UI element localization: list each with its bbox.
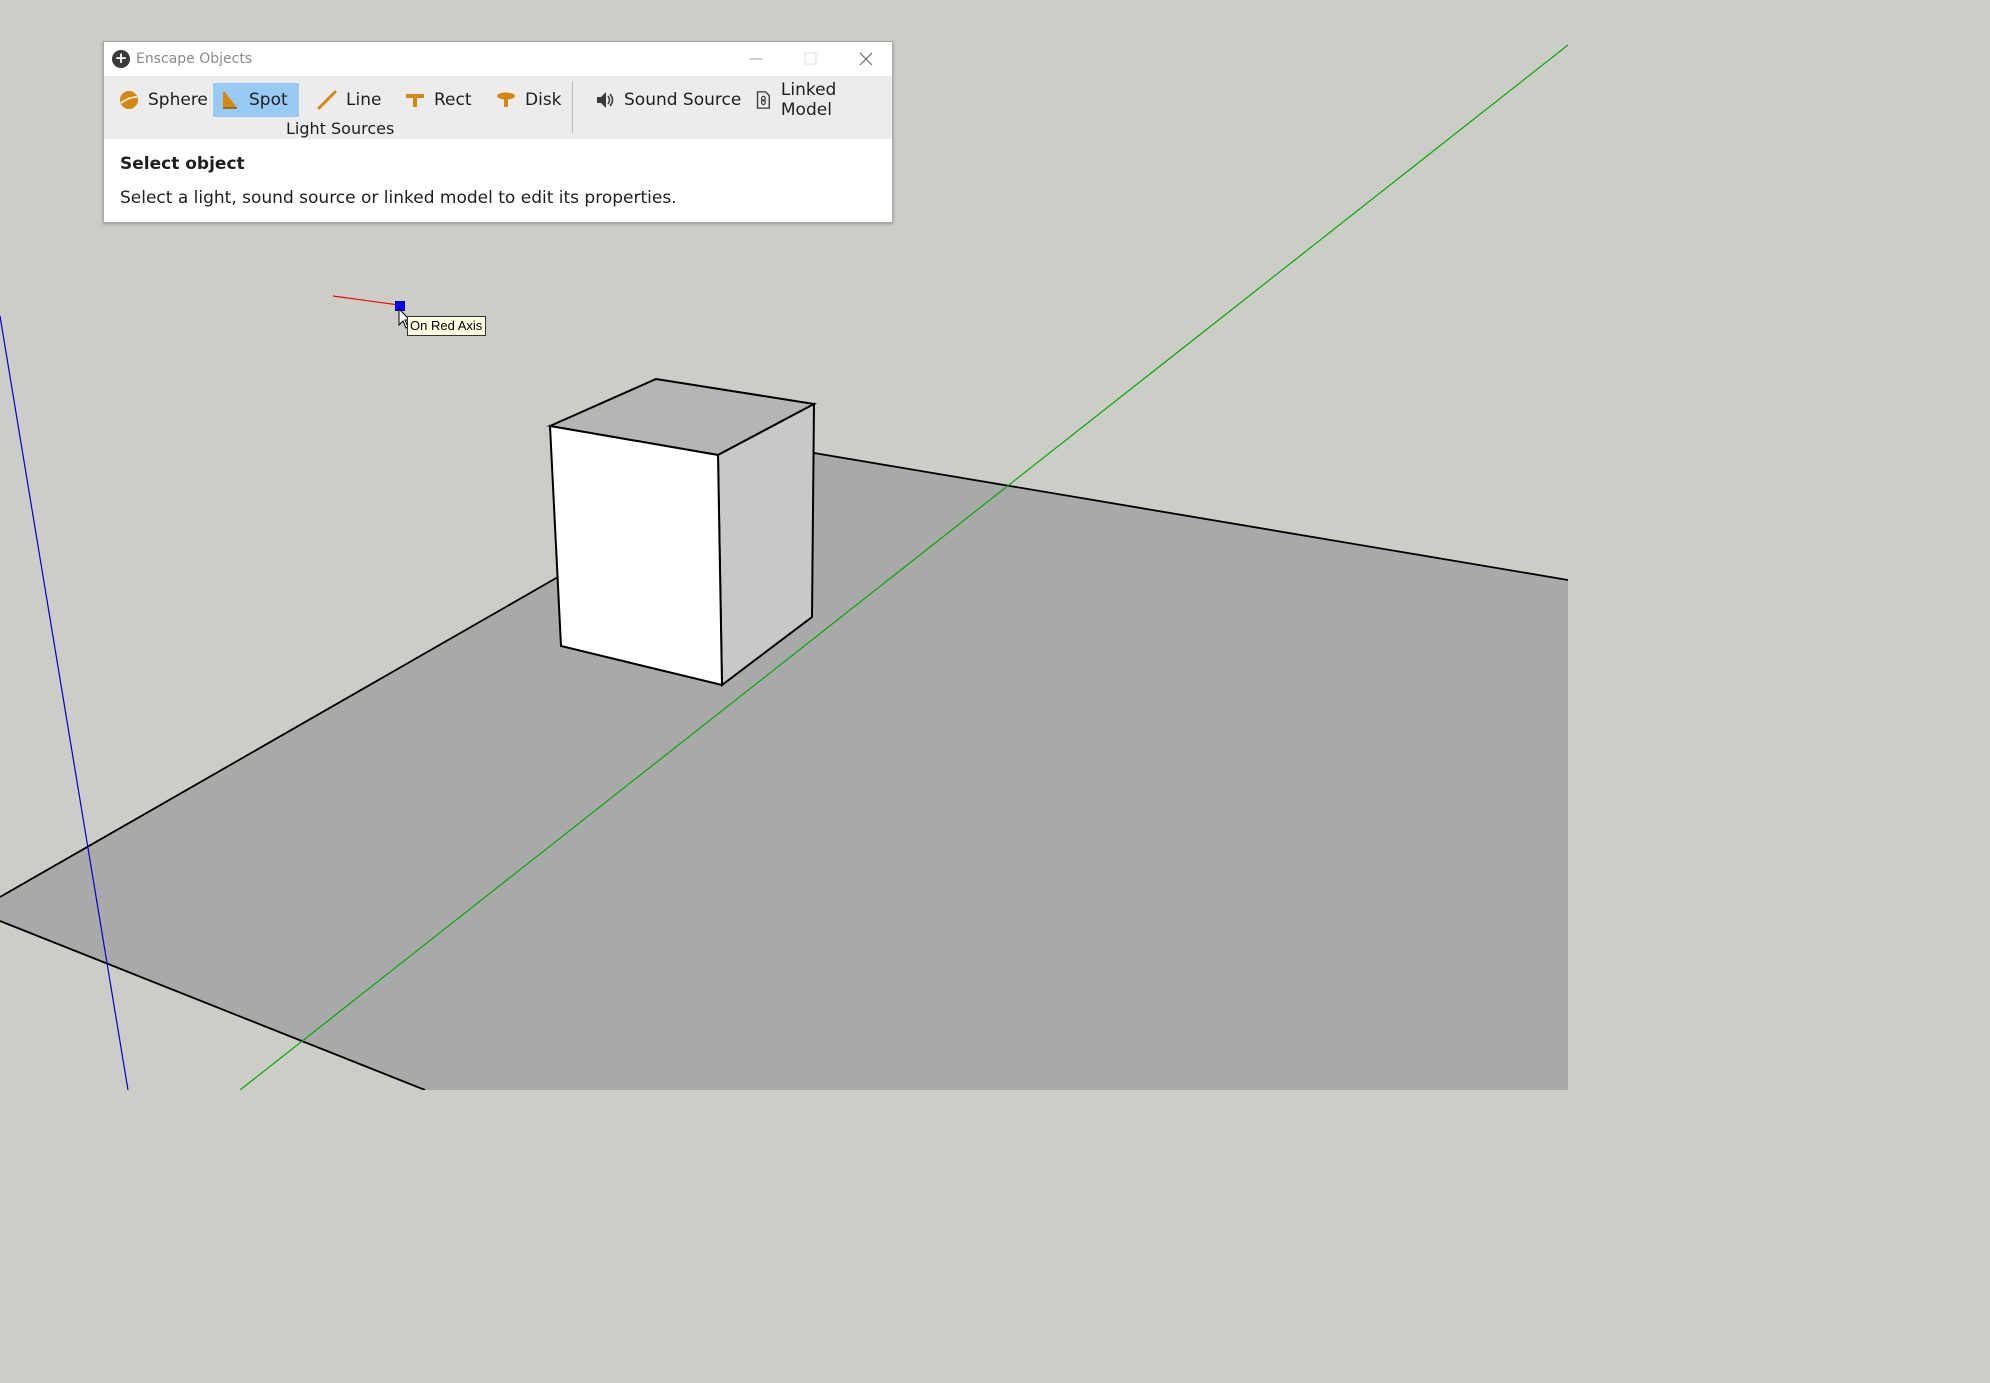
sphere-label: Sphere [148,90,208,110]
linked-model-label: Linked Model [780,80,837,120]
window-titlebar[interactable]: + Enscape Objects [104,42,892,76]
maximize-icon [804,52,817,65]
spot-light-button[interactable]: Spot [213,83,299,117]
blue-axis [0,315,129,1090]
speaker-icon [597,92,614,108]
red-axis-segment [332,295,400,306]
enscape-objects-window: + Enscape Objects Sphere Spot Line Rect … [103,41,893,223]
light-sources-group-label: Light Sources [286,119,395,138]
disk-label: Disk [525,90,562,110]
line-light-button[interactable]: Line [310,83,391,117]
maximize-button[interactable] [787,42,833,76]
spot-label: Spot [249,90,288,110]
sound-source-label: Sound Source [624,90,742,110]
window-title: Enscape Objects [136,51,253,67]
sphere-light-icon [120,91,138,109]
sound-source-button[interactable]: Sound Source [588,83,751,117]
objects-toolbar: Sphere Spot Line Rect Disk Light Sources… [104,76,892,139]
line-label: Line [346,90,382,110]
linked-model-icon [756,91,770,109]
line-light-icon [317,90,337,110]
rect-light-button[interactable]: Rect [398,83,482,117]
sphere-light-button[interactable]: Sphere [112,83,218,117]
minimize-icon [750,58,762,60]
rect-light-icon [406,94,424,107]
plus-circle-icon: + [112,50,130,68]
select-object-message: Select a light, sound source or linked m… [120,188,677,208]
disk-light-button[interactable]: Disk [489,83,572,117]
select-object-heading: Select object [120,154,245,174]
linked-model-button[interactable]: Linked Model [747,80,892,120]
inference-tooltip: On Red Axis [407,316,487,336]
close-button[interactable] [842,42,888,76]
rect-label: Rect [434,90,472,110]
toolbar-separator [572,81,573,133]
disk-light-icon [497,92,515,107]
close-icon [859,52,873,66]
spot-light-icon [223,92,237,109]
box-front-face[interactable] [548,424,724,687]
minimize-button[interactable] [732,42,778,76]
